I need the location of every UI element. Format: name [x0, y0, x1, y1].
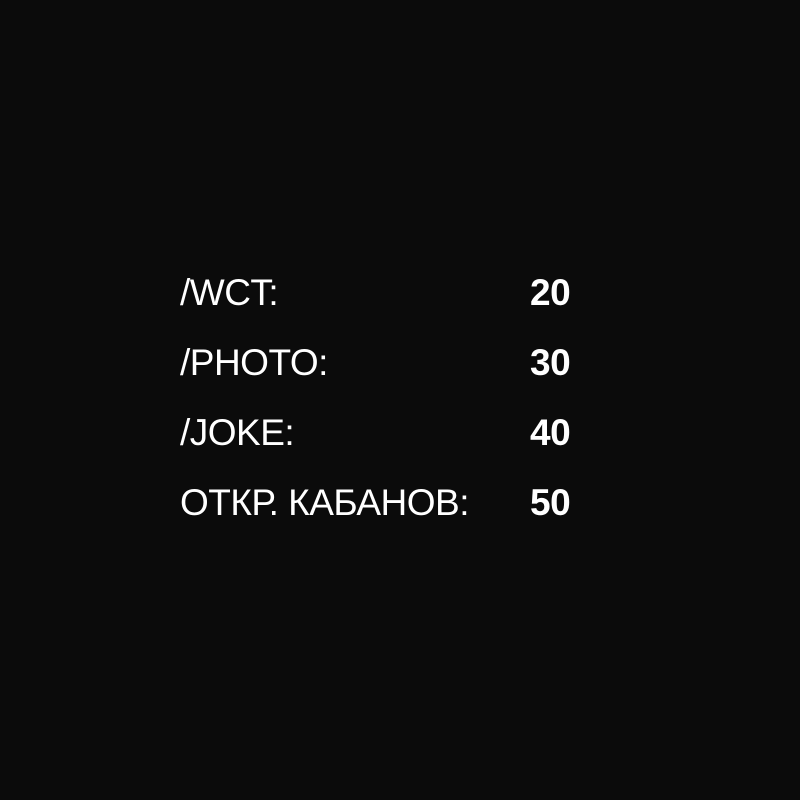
price-list: /WCT: 20 /PHOTO: 30 /JOKE: 40 ОТКР. КАБА…: [180, 268, 600, 548]
price-label-kabanov: ОТКР. КАБАНОВ:: [180, 482, 470, 523]
price-list-screen: /WCT: 20 /PHOTO: 30 /JOKE: 40 ОТКР. КАБА…: [0, 0, 800, 800]
price-value-photo: 30: [530, 342, 571, 383]
price-label-photo: /PHOTO:: [180, 342, 328, 383]
price-row-photo: /PHOTO: 30: [180, 338, 600, 408]
price-value-kabanov: 50: [530, 482, 571, 523]
price-label-joke: /JOKE:: [180, 412, 295, 453]
price-label-wct: /WCT:: [180, 272, 279, 313]
price-row-kabanov: ОТКР. КАБАНОВ: 50: [180, 478, 600, 548]
price-row-wct: /WCT: 20: [180, 268, 600, 338]
price-value-wct: 20: [530, 272, 571, 313]
price-row-joke: /JOKE: 40: [180, 408, 600, 478]
price-value-joke: 40: [530, 412, 571, 453]
